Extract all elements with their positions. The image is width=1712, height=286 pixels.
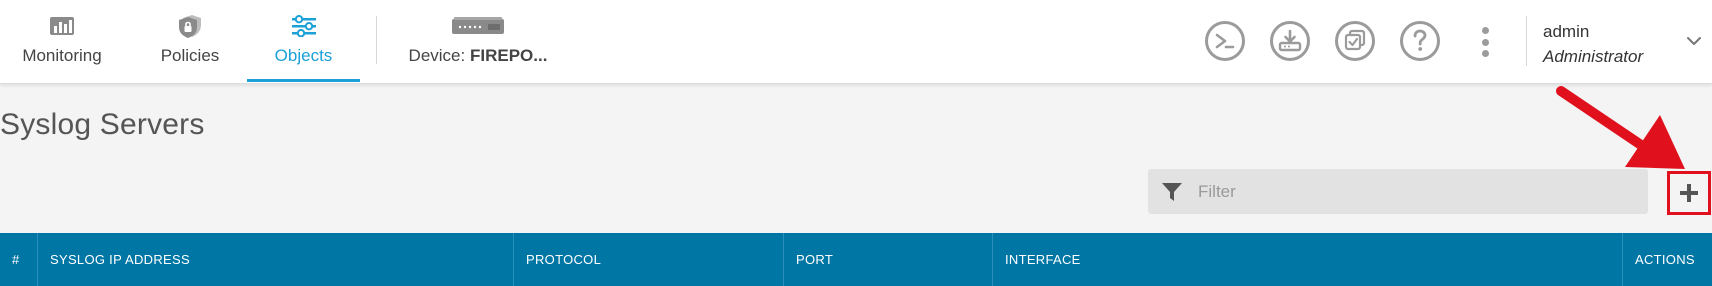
nav-divider <box>376 16 377 64</box>
nav-label-device: Device: FIREPO... <box>398 46 558 66</box>
help-button[interactable] <box>1400 21 1440 61</box>
nav-tab-objects[interactable]: Objects <box>247 0 360 84</box>
column-header-protocol[interactable]: PROTOCOL <box>513 233 783 286</box>
objects-sliders-icon <box>288 12 320 40</box>
page-title: Syslog Servers <box>0 108 205 141</box>
device-appliance-icon <box>448 12 508 40</box>
device-name: FIREPO... <box>469 46 548 65</box>
user-name: admin <box>1543 22 1590 41</box>
user-menu[interactable]: admin Administrator <box>1543 20 1703 68</box>
add-syslog-server-button[interactable] <box>1667 171 1711 215</box>
column-header-interface[interactable]: INTERFACE <box>992 233 1622 286</box>
nav-label-monitoring: Monitoring <box>22 46 102 65</box>
nav-label-policies: Policies <box>160 46 220 65</box>
kebab-dot <box>1481 27 1489 34</box>
nav-tab-policies[interactable]: Policies <box>140 0 240 84</box>
kebab-dot <box>1481 50 1489 57</box>
help-question-icon <box>1413 29 1427 51</box>
column-header-port[interactable]: PORT <box>783 233 992 286</box>
filter-funnel-icon <box>1162 183 1182 201</box>
kebab-dot <box>1481 38 1489 46</box>
nav-tab-monitoring[interactable]: Monitoring <box>12 0 112 84</box>
cli-console-icon <box>1215 33 1235 49</box>
cli-console-button[interactable] <box>1205 21 1245 61</box>
user-role: Administrator <box>1543 47 1644 66</box>
table-header: # SYSLOG IP ADDRESS PROTOCOL PORT INTERF… <box>0 233 1712 286</box>
chevron-down-icon <box>1687 37 1701 45</box>
task-list-icon <box>1344 29 1366 51</box>
device-label-prefix: Device: <box>408 46 470 65</box>
filter-box[interactable] <box>1148 169 1648 214</box>
filter-input[interactable] <box>1198 169 1638 214</box>
more-kebab-icon[interactable] <box>1475 24 1495 60</box>
nav-tab-device[interactable]: Device: FIREPO... <box>398 0 558 84</box>
column-header-number[interactable]: # <box>0 233 37 286</box>
monitoring-chart-icon <box>46 12 78 40</box>
red-arrow-annotation <box>1556 86 1685 169</box>
nav-label-objects: Objects <box>274 46 333 65</box>
deploy-download-icon <box>1278 29 1302 52</box>
column-header-syslog-ip[interactable]: SYSLOG IP ADDRESS <box>37 233 513 286</box>
plus-icon <box>1680 184 1698 202</box>
top-navigation-bar: Monitoring Policies Objects Device: FIRE… <box>0 0 1712 84</box>
task-list-button[interactable] <box>1335 21 1375 61</box>
policies-shield-icon <box>174 12 206 40</box>
user-divider <box>1526 16 1527 66</box>
active-tab-indicator <box>247 79 360 82</box>
deploy-button[interactable] <box>1270 21 1310 61</box>
column-header-actions: ACTIONS <box>1622 233 1712 286</box>
